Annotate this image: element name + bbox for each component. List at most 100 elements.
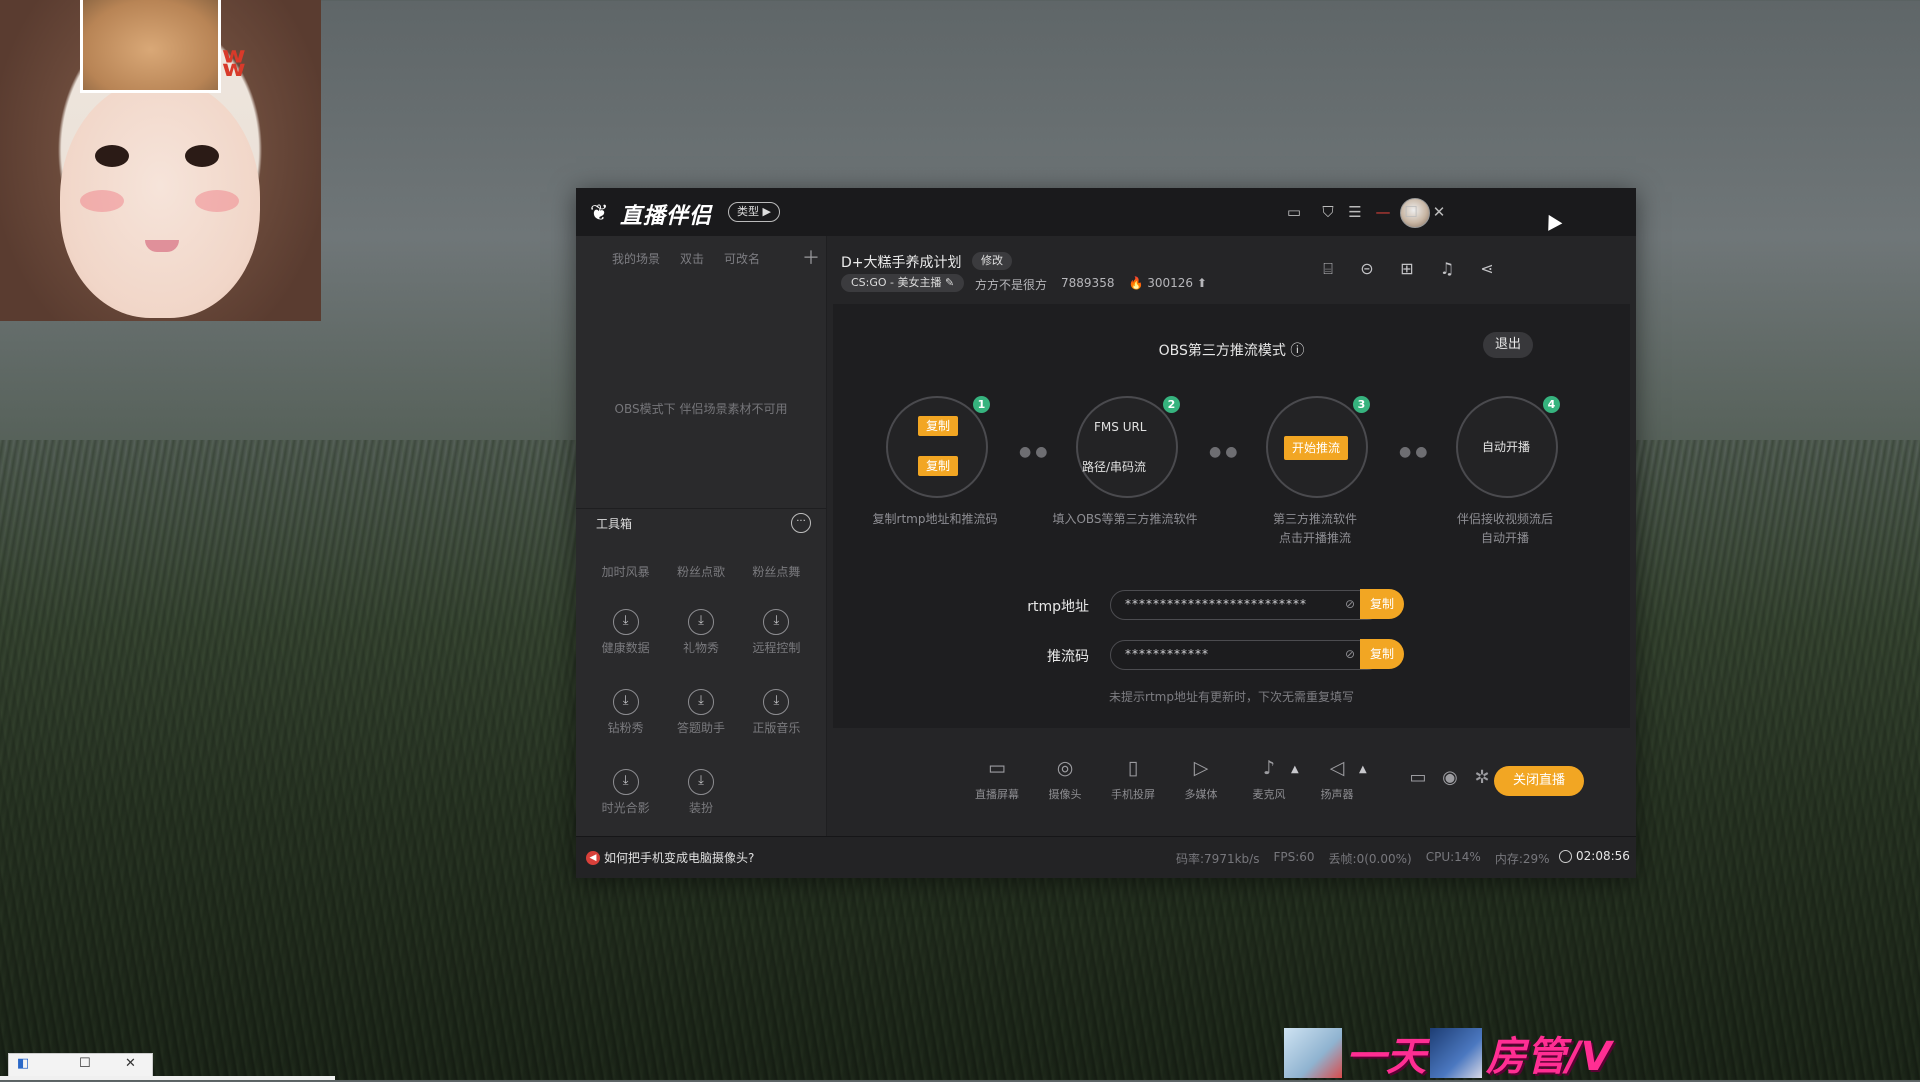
tool-label-partial[interactable]: 粉丝点歌 <box>663 563 738 579</box>
tool-label-partial[interactable]: 粉丝点舞 <box>739 563 814 579</box>
phone-cast-tool[interactable]: ▯ 手机投屏 <box>1105 756 1161 802</box>
add-scene-icon[interactable]: ＋ <box>802 244 820 270</box>
download-icon: ⤓ <box>687 689 714 715</box>
tool-item[interactable]: ⤓ 健康数据 <box>588 593 663 657</box>
toolbox-title: 工具箱 <box>596 517 633 531</box>
fps: FPS:60 <box>1273 850 1315 864</box>
record-icon[interactable]: ▭ <box>1406 766 1430 790</box>
step-badge: 3 <box>1353 396 1370 413</box>
tool-item[interactable]: ⤓ 钻粉秀 <box>588 673 663 737</box>
tool-label: 正版音乐 <box>752 721 801 735</box>
stats: 码率:7971kb/s FPS:60 丢帧:0(0.00%) CPU:14% 内… <box>1176 850 1550 867</box>
step-1-caption: 复制rtmp地址和推流码 <box>872 512 998 526</box>
app-window: ❦ 直播伴侣 类型 ▶ ▭ ⛉ ☰ — ☐ ✕ 我的场景 双击 可改名 ＋ OB… <box>576 188 1636 878</box>
close-live-button[interactable]: 关闭直播 <box>1494 766 1584 796</box>
screen-icon[interactable]: ▭ <box>1284 202 1304 222</box>
microphone-icon: ♪ <box>1262 757 1276 779</box>
mic-caret-icon[interactable]: ▲ <box>1291 764 1299 775</box>
cat-sticker <box>80 0 221 93</box>
game-category-button[interactable]: CS:GO - 美女主播 ✎ <box>841 274 965 292</box>
step-connector: ●● <box>1209 444 1242 460</box>
tool-label: 扬声器 <box>1320 788 1354 801</box>
speaker-caret-icon[interactable]: ▲ <box>1359 764 1367 775</box>
stream-key-field[interactable]: ************ ⊘ <box>1110 640 1382 670</box>
status-bar: ◀ 如何把手机变成电脑摄像头? 码率:7971kb/s FPS:60 丢帧:0(… <box>576 836 1636 878</box>
step-1-circle: 1 复制 复制 <box>886 396 990 498</box>
bottom-toolbar: ▭ 直播屏幕 ◎ 摄像头 ▯ 手机投屏 ▷ 多媒体 ♪ 麦克风 ▲ ◁ 扬声器 ▲ ▭ ◉ … <box>827 728 1636 836</box>
progress-strip <box>0 1076 335 1080</box>
tool-item[interactable]: ⤓ 答题助手 <box>663 673 738 737</box>
fms-url-text: FMS URL <box>1094 420 1147 434</box>
tool-item[interactable]: ⤓ 正版音乐 <box>739 673 814 737</box>
speaker-tool[interactable]: ◁ 扬声器 <box>1309 756 1365 802</box>
step-2-circle: 2 FMS URL 路径/串码流 <box>1076 396 1180 498</box>
clock-icon <box>1559 849 1572 863</box>
camera-icon: ◎ <box>1056 757 1074 779</box>
multimedia-tool[interactable]: ▷ 多媒体 <box>1173 756 1229 802</box>
more-icon[interactable]: ··· <box>791 513 811 533</box>
tool-item[interactable]: ⤓ 远程控制 <box>739 593 814 657</box>
webcam-eye-left <box>95 145 129 167</box>
download-icon: ⤓ <box>763 689 790 715</box>
app-thumb-icon: ◧ <box>17 1056 30 1071</box>
stream-title: D+大糕手养成计划 <box>841 255 962 271</box>
gift-icon[interactable]: ⌸ <box>1317 258 1339 280</box>
layout-icon[interactable]: ⊞ <box>1396 258 1418 280</box>
webcam-blush-left <box>80 190 124 212</box>
copy-rtmp-field-button[interactable]: 复制 <box>1360 589 1404 619</box>
preview-eye-icon[interactable]: ◉ <box>1438 766 1462 790</box>
tool-label: 直播屏幕 <box>975 788 1019 801</box>
auto-start-text: 自动开播 <box>1482 440 1531 454</box>
tool-label-partial[interactable]: 加时风暴 <box>588 563 663 579</box>
step-3-caption: 第三方推流软件 点击开播推流 <box>1272 512 1357 545</box>
copy-rtmp-button[interactable]: 复制 <box>918 416 959 436</box>
anger-sticker: ʬ <box>222 40 246 86</box>
toolbox-grid: 加时风暴 粉丝点歌 粉丝点舞 ⤓ 健康数据 ⤓ 礼物秀 ⤓ 远程控制 ⤓ 钻粉秀 ⤓ 答题… <box>588 563 814 817</box>
scene-tab[interactable]: 可改名 <box>724 250 760 267</box>
streamer-name: 方方不是很方 <box>975 278 1048 292</box>
danmaku-avatar <box>1430 1028 1482 1078</box>
rtmp-field[interactable]: ************************** ⊘ <box>1110 590 1382 620</box>
tool-item[interactable]: ⤓ 礼物秀 <box>663 593 738 657</box>
copy-key-field-button[interactable]: 复制 <box>1360 639 1404 669</box>
screen-capture-tool[interactable]: ▭ 直播屏幕 <box>969 756 1025 802</box>
mini-close-icon[interactable]: ✕ <box>125 1056 136 1071</box>
phone-icon: ▯ <box>1127 757 1139 779</box>
tool-label: 多媒体 <box>1184 788 1218 801</box>
mini-window[interactable]: ◧ ☐ ✕ <box>8 1053 153 1077</box>
memory-usage: 内存:29% <box>1494 852 1550 866</box>
restore-icon[interactable]: ☐ <box>79 1056 91 1071</box>
share-icon[interactable]: ⋖ <box>1476 258 1498 280</box>
screen-icon: ▭ <box>988 757 1006 779</box>
rtmp-value: ************************** <box>1125 597 1307 611</box>
menu-icon[interactable]: ☰ <box>1345 202 1365 222</box>
webcam-overlay: ʬ <box>0 0 321 321</box>
stream-path-text: 路径/串码流 <box>1082 460 1147 474</box>
tool-item[interactable]: ⤓ 装扮 <box>663 753 738 817</box>
minimize-icon[interactable]: — <box>1373 202 1393 222</box>
copy-key-button[interactable]: 复制 <box>918 456 959 476</box>
bell-icon[interactable]: ♫ <box>1436 258 1458 280</box>
help-tip[interactable]: ◀ 如何把手机变成电脑摄像头? <box>586 849 754 866</box>
settings-gear-icon[interactable]: ✲ <box>1470 766 1494 790</box>
dropped-frames: 丢帧:0(0.00%) <box>1328 852 1412 866</box>
unlock-icon[interactable]: ⊝ <box>1356 258 1378 280</box>
shirt-icon[interactable]: ⛉ <box>1318 202 1338 222</box>
stream-key-value: ************ <box>1125 647 1209 661</box>
exit-button[interactable]: 退出 <box>1483 332 1533 358</box>
start-push-button[interactable]: 开始推流 <box>1284 436 1349 460</box>
microphone-tool[interactable]: ♪ 麦克风 <box>1241 756 1297 802</box>
toolbox-header: 工具箱 ··· <box>576 508 826 537</box>
type-button[interactable]: 类型 ▶ <box>728 202 780 222</box>
tool-item[interactable]: ⤓ 时光合影 <box>588 753 663 817</box>
scene-tab[interactable]: 我的场景 <box>612 250 660 267</box>
edit-title-button[interactable]: 修改 <box>972 252 1012 270</box>
hide-eye-icon[interactable]: ⊘ <box>1345 597 1355 611</box>
camera-tool[interactable]: ◎ 摄像头 <box>1037 756 1093 802</box>
hide-eye-icon[interactable]: ⊘ <box>1345 647 1355 661</box>
step-badge: 1 <box>973 396 990 413</box>
maximize-icon[interactable]: ☐ <box>1401 202 1421 222</box>
close-icon[interactable]: ✕ <box>1429 202 1449 222</box>
scene-tab[interactable]: 双击 <box>680 250 704 267</box>
stream-meta: 方方不是很方 7889358 🔥 300126 ⬆ <box>975 276 1207 293</box>
